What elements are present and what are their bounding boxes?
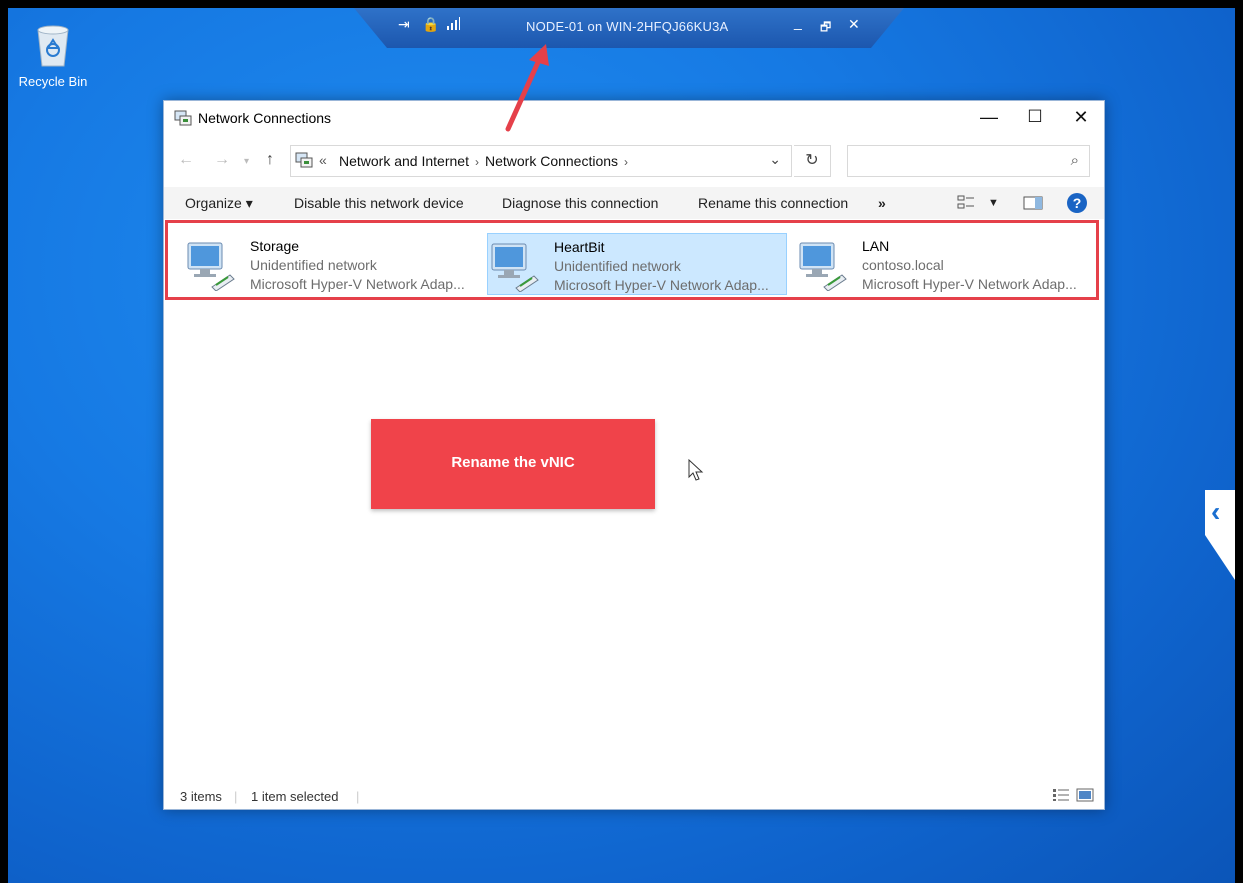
breadcrumb-network-and-internet[interactable]: Network and Internet [339, 153, 469, 169]
desktop: ⇥ 🔒 NODE-01 on WIN-2HFQJ66KU3A _ 🗗 ✕ Rec… [8, 8, 1235, 883]
search-input[interactable]: ⌕ [847, 145, 1090, 177]
connection-name: Storage [250, 238, 300, 254]
forward-arrow-icon[interactable]: → [214, 151, 230, 169]
recycle-bin[interactable]: Recycle Bin [18, 22, 88, 89]
connection-item-lan[interactable]: LAN contoso.local Microsoft Hyper-V Netw… [780, 233, 1080, 295]
connection-name: LAN [862, 238, 890, 254]
rdp-minimize-button[interactable]: _ [794, 14, 802, 30]
rdp-title: NODE-01 on WIN-2HFQJ66KU3A [526, 19, 729, 34]
refresh-icon: ↻ [805, 152, 819, 169]
connection-adapter: Microsoft Hyper-V Network Adap... [862, 276, 1077, 292]
view-dropdown-icon[interactable]: ▼ [988, 197, 999, 209]
lock-icon: 🔒 [422, 16, 440, 32]
network-adapter-icon [799, 242, 847, 291]
connection-network: Unidentified network [250, 257, 377, 273]
search-icon: ⌕ [1070, 152, 1079, 169]
side-panel-tab[interactable]: ‹ [1205, 490, 1235, 580]
address-bar[interactable]: « Network and Internet › Network Connectio… [290, 145, 792, 177]
status-divider: | [356, 789, 360, 804]
rdp-restore-button[interactable]: 🗗 [820, 18, 831, 39]
connection-network: contoso.local [862, 257, 944, 273]
large-icons-view-icon[interactable] [1076, 788, 1094, 805]
network-connections-window: Network Connections — ☐ ✕ ← → ▾ ↑ « Netw… [163, 100, 1105, 810]
chevron-left-icon: ‹ [1211, 496, 1221, 527]
breadcrumb-separator[interactable]: › [475, 155, 479, 169]
close-button[interactable]: ✕ [1058, 101, 1104, 135]
breadcrumb-network-connections[interactable]: Network Connections [485, 153, 618, 169]
rdp-close-button[interactable]: ✕ [848, 16, 860, 33]
disable-device-button[interactable]: Disable this network device [294, 195, 464, 211]
item-count: 3 items [180, 789, 222, 804]
up-arrow-icon[interactable]: ↑ [266, 151, 274, 169]
recycle-bin-label: Recycle Bin [18, 74, 88, 89]
back-arrow-icon[interactable]: ← [178, 151, 194, 169]
connection-text: LAN contoso.local Microsoft Hyper-V Netw… [862, 237, 1077, 294]
organize-menu[interactable]: Organize ▾ [185, 195, 253, 212]
mouse-cursor-icon [688, 459, 704, 481]
rename-connection-button[interactable]: Rename this connection [698, 195, 848, 211]
pin-icon[interactable]: ⇥ [398, 16, 410, 33]
selection-count: 1 item selected [251, 789, 339, 804]
status-bar: 3 items | 1 item selected | [164, 783, 1104, 809]
signal-icon [446, 16, 460, 33]
details-view-icon[interactable] [1052, 788, 1070, 805]
instruction-callout: Rename the vNIC [371, 419, 655, 509]
connection-text: HeartBit Unidentified network Microsoft … [554, 238, 769, 295]
network-adapter-icon [187, 242, 235, 291]
breadcrumb: Network and Internet › Network Connections… [339, 153, 634, 169]
connection-item-heartbit[interactable]: HeartBit Unidentified network Microsoft … [487, 233, 787, 295]
command-bar: Organize ▾ Disable this network device D… [164, 187, 1104, 219]
minimize-button[interactable]: — [966, 101, 1012, 135]
network-connections-icon [174, 110, 192, 126]
help-icon[interactable]: ? [1067, 193, 1087, 213]
change-view-icon[interactable] [957, 195, 975, 214]
connection-text: Storage Unidentified network Microsoft H… [250, 237, 465, 294]
recent-dropdown-icon[interactable]: ▾ [244, 156, 249, 167]
more-commands-button[interactable]: » [878, 195, 886, 211]
refresh-button[interactable]: ↻ [794, 145, 831, 177]
status-divider: | [234, 789, 238, 804]
window-title: Network Connections [198, 110, 332, 126]
rdp-connection-bar: ⇥ 🔒 NODE-01 on WIN-2HFQJ66KU3A _ 🗗 ✕ [354, 8, 904, 48]
connection-adapter: Microsoft Hyper-V Network Adap... [250, 276, 465, 292]
maximize-button[interactable]: ☐ [1012, 101, 1058, 135]
address-dropdown-icon[interactable]: ⌄ [769, 151, 781, 168]
window-titlebar[interactable]: Network Connections — ☐ ✕ [164, 101, 1104, 135]
address-row: ← → ▾ ↑ « Network and Internet › Network C… [164, 143, 1104, 179]
location-icon [295, 152, 313, 168]
preview-pane-icon[interactable] [1023, 195, 1043, 214]
breadcrumb-overflow[interactable]: « [319, 152, 327, 168]
connection-adapter: Microsoft Hyper-V Network Adap... [554, 277, 769, 293]
network-adapter-icon [491, 243, 539, 292]
connection-network: Unidentified network [554, 258, 681, 274]
breadcrumb-separator[interactable]: › [624, 155, 628, 169]
connection-item-storage[interactable]: Storage Unidentified network Microsoft H… [168, 233, 468, 295]
recycle-bin-icon [33, 22, 73, 68]
diagnose-connection-button[interactable]: Diagnose this connection [502, 195, 658, 211]
connection-name: HeartBit [554, 239, 605, 255]
connections-highlight-frame: Storage Unidentified network Microsoft H… [165, 220, 1099, 300]
